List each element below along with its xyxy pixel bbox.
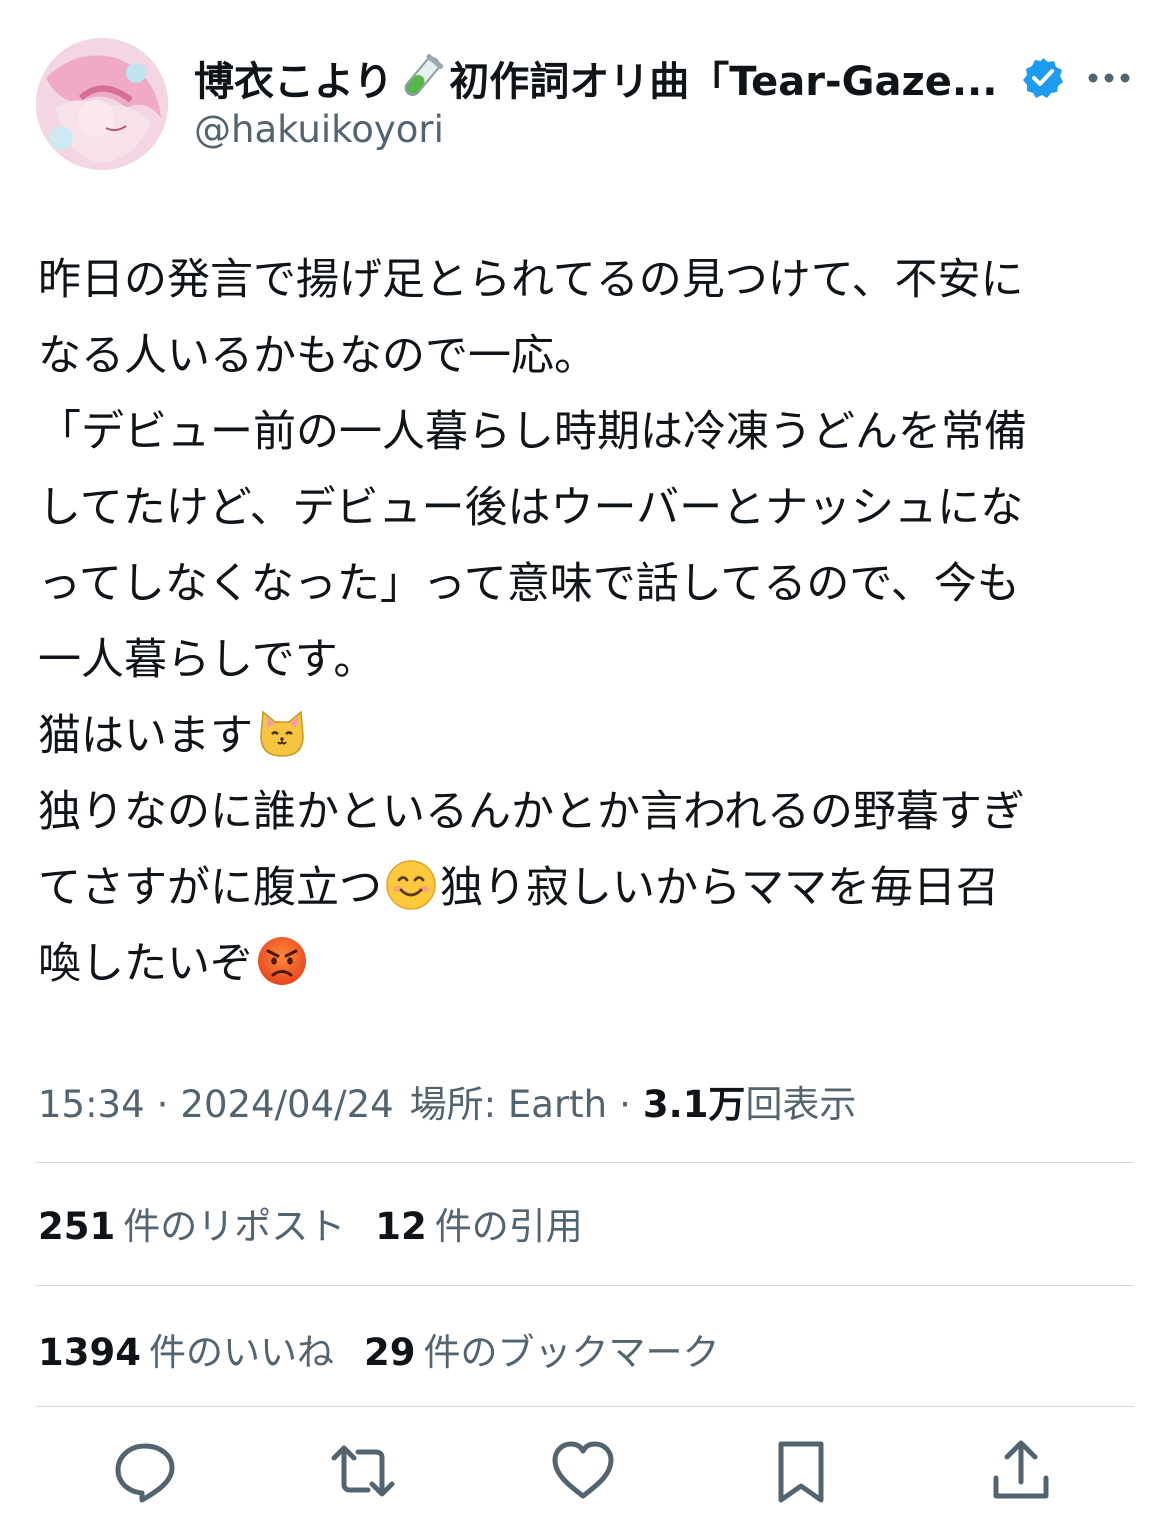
avatar[interactable] bbox=[36, 38, 168, 170]
tweet-line: 一人暮らしです。 bbox=[38, 635, 377, 685]
quotes-count: 12 bbox=[375, 1205, 427, 1248]
tweet-line: 独りなのに誰かといるんかとか言われるの野暮すぎ bbox=[38, 787, 1025, 837]
verified-badge-icon bbox=[1022, 57, 1064, 99]
stats-row-likes: 1394 件のいいね 29 件のブックマーク bbox=[38, 1322, 749, 1376]
reply-icon[interactable] bbox=[112, 1438, 178, 1504]
tweet-text: 昨日の発言で揚げ足とられてるの見つけて、不安に なる人いるかもなので一応。 「デ… bbox=[38, 242, 1138, 1002]
tweet-line: してたけど、デビュー後はウーバーとナッシュにな bbox=[38, 483, 1024, 533]
likes-label: 件のいいね bbox=[148, 1331, 334, 1374]
more-icon[interactable] bbox=[1086, 66, 1132, 90]
quotes-stat[interactable]: 12 件の引用 bbox=[375, 1196, 613, 1250]
bookmark-icon[interactable] bbox=[768, 1438, 834, 1504]
test-tube-icon bbox=[395, 52, 447, 104]
tweet-line-text: 猫はいます bbox=[38, 711, 253, 761]
stats-row-reposts: 251 件のリポスト 12 件の引用 bbox=[38, 1196, 613, 1250]
reposts-stat[interactable]: 251 件のリポスト bbox=[38, 1196, 375, 1250]
meta-separator: · bbox=[156, 1083, 169, 1126]
views-count: 3.1万 bbox=[642, 1083, 746, 1126]
avatar-image bbox=[36, 38, 168, 170]
bookmarks-label: 件のブックマーク bbox=[423, 1331, 720, 1374]
bookmarks-count: 29 bbox=[363, 1331, 416, 1374]
meta-separator: · bbox=[619, 1083, 631, 1126]
repost-icon[interactable] bbox=[330, 1438, 396, 1504]
tweet-line-text: てさすがに腹立つ bbox=[38, 863, 382, 913]
quotes-label: 件の引用 bbox=[434, 1205, 583, 1248]
tweet-line-text: 喚したいぞ bbox=[38, 939, 253, 989]
tweet-meta: 15:34 · 2024/04/24 場所: Earth · 3.1万 回表示 bbox=[38, 1074, 856, 1128]
reposts-label: 件のリポスト bbox=[123, 1205, 346, 1248]
views-label: 回表示 bbox=[745, 1083, 857, 1126]
display-name-part-2: 初作詞オリ曲「Tear-Gaze... bbox=[449, 59, 998, 105]
share-icon[interactable] bbox=[988, 1438, 1054, 1504]
tweet-date[interactable]: 2024/04/24 bbox=[180, 1083, 393, 1126]
like-icon[interactable] bbox=[550, 1438, 616, 1504]
smiling-face-emoji bbox=[384, 858, 438, 912]
likes-count: 1394 bbox=[38, 1331, 141, 1374]
tweet-line-cat: 猫はいます bbox=[38, 698, 1138, 774]
bookmarks-stat[interactable]: 29 件のブックマーク bbox=[364, 1322, 750, 1376]
display-name-part-1: 博衣こより bbox=[194, 59, 394, 105]
angry-face-emoji bbox=[255, 934, 309, 988]
tweet-line-smile: てさすがに腹立つ 独り寂しいからママを毎日召 bbox=[38, 850, 1138, 926]
tweet-line: ってしなくなった」って意味で話してるので、今も bbox=[38, 559, 1020, 609]
reposts-count: 251 bbox=[38, 1205, 116, 1248]
cat-face-emoji bbox=[255, 706, 309, 760]
tweet-line-angry: 喚したいぞ bbox=[38, 926, 1138, 1002]
tweet-location: 場所: Earth bbox=[409, 1083, 608, 1126]
tweet-line: 「デビュー前の一人暮らし時期は冷凍うどんを常備 bbox=[38, 407, 1027, 457]
divider bbox=[36, 1285, 1134, 1286]
user-handle[interactable]: @hakuikoyori bbox=[194, 108, 444, 151]
divider bbox=[36, 1406, 1134, 1407]
likes-stat[interactable]: 1394 件のいいね bbox=[38, 1322, 364, 1376]
tweet-time[interactable]: 15:34 bbox=[38, 1083, 145, 1126]
tweet-line: なる人いるかもなので一応。 bbox=[38, 331, 597, 381]
tweet-line-text: 独り寂しいからママを毎日召 bbox=[440, 863, 999, 913]
divider bbox=[36, 1162, 1134, 1163]
display-name[interactable]: 博衣こより 初作詞オリ曲「Tear-Gaze... bbox=[194, 48, 997, 108]
tweet-line: 昨日の発言で揚げ足とられてるの見つけて、不安に bbox=[38, 255, 1024, 305]
action-bar bbox=[0, 1438, 1170, 1508]
